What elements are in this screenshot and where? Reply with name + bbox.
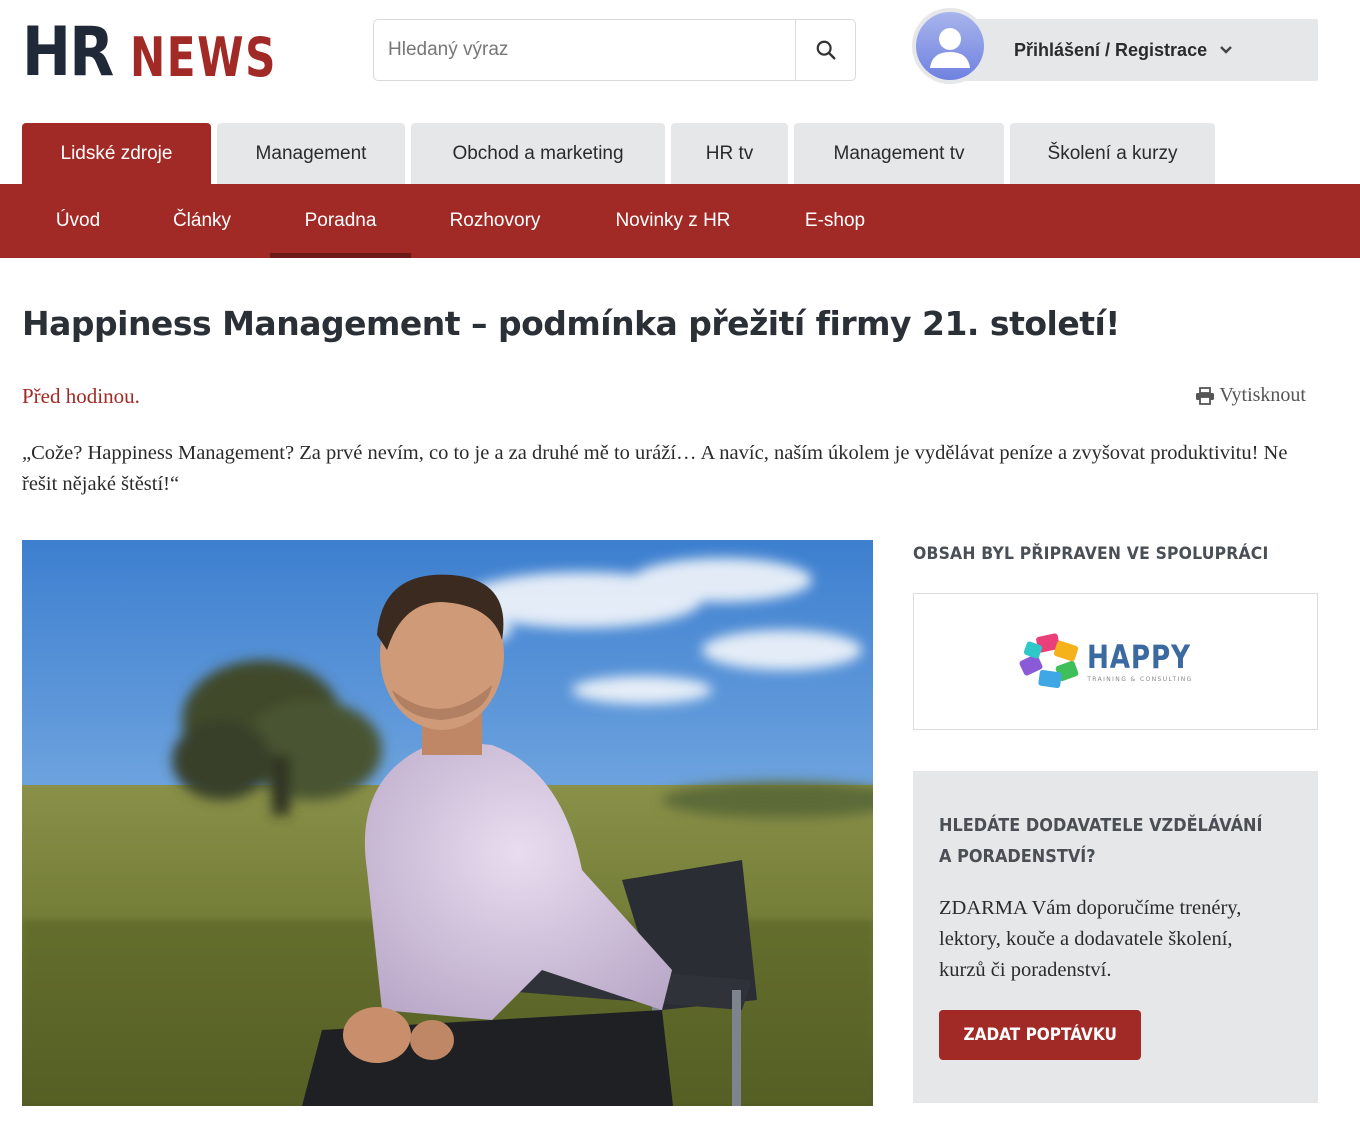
subnav-novinky-z-hr[interactable]: Novinky z HR [580, 184, 766, 258]
tab-skoleni-a-kurzy[interactable]: Školení a kurzy [1010, 123, 1215, 184]
login-bar[interactable]: Přihlášení / Registrace [950, 19, 1318, 81]
tab-management-tv[interactable]: Management tv [794, 123, 1004, 184]
subnav-e-shop[interactable]: E-shop [772, 184, 898, 258]
promo-heading: HLEDÁTE DODAVATELE VZDĚLÁVÁNÍ A PORADENS… [939, 816, 1263, 867]
avatar-icon[interactable] [912, 8, 988, 84]
chevron-down-icon [1219, 45, 1233, 55]
partner-tagline: TRAINING & CONSULTING [1087, 676, 1193, 683]
partner-logo-box[interactable]: HAPPY TRAINING & CONSULTING [913, 593, 1318, 730]
search-button[interactable] [795, 20, 855, 80]
search-bar [373, 19, 856, 81]
logo-news: NEWS [130, 26, 278, 89]
tab-hr-tv[interactable]: HR tv [671, 123, 788, 184]
promo-text: ZDARMA Vám doporučíme trenéry, lektory, … [939, 897, 1242, 981]
search-icon [816, 40, 835, 60]
main-tabs: Lidské zdroje Management Obchod a market… [22, 123, 1221, 184]
print-button[interactable]: Vytisknout [1195, 384, 1306, 407]
login-label: Přihlášení / Registrace [1014, 39, 1208, 60]
partner-label: OBSAH BYL PŘIPRAVEN VE SPOLUPRÁCI [913, 544, 1269, 564]
request-button-label: ZADAT POPTÁVKU [963, 1025, 1117, 1045]
promo-box: HLEDÁTE DODAVATELE VZDĚLÁVÁNÍ A PORADENS… [913, 771, 1318, 1103]
printer-icon [1196, 386, 1215, 405]
login-register[interactable]: Přihlášení / Registrace [912, 8, 1318, 86]
sub-navigation: Úvod Články Poradna Rozhovory Novinky z … [0, 184, 1360, 258]
print-label: Vytisknout [1219, 384, 1306, 406]
subnav-uvod[interactable]: Úvod [22, 184, 134, 258]
subnav-rozhovory[interactable]: Rozhovory [417, 184, 573, 258]
happy-logo: HAPPY TRAINING & CONSULTING [1017, 632, 1214, 691]
tab-obchod-a-marketing[interactable]: Obchod a marketing [411, 123, 665, 184]
site-logo[interactable]: HR NEWS [22, 13, 319, 92]
logo-hr: HR [22, 13, 114, 92]
request-button[interactable]: ZADAT POPTÁVKU [939, 1010, 1142, 1060]
tab-management[interactable]: Management [217, 123, 405, 184]
happy-flower-icon [1019, 632, 1079, 688]
search-input[interactable] [374, 20, 795, 80]
article-title: Happiness Management – podmínka přežití … [22, 304, 1120, 343]
article-lead: „Cože? Happiness Management? Za prvé nev… [22, 442, 1288, 495]
partner-name: HAPPY [1087, 638, 1192, 676]
article-photo [22, 540, 873, 1106]
article-date: Před hodinou. [22, 384, 140, 408]
tab-lidske-zdroje[interactable]: Lidské zdroje [22, 123, 211, 184]
subnav-poradna[interactable]: Poradna [270, 184, 411, 258]
subnav-clanky[interactable]: Články [140, 184, 264, 258]
